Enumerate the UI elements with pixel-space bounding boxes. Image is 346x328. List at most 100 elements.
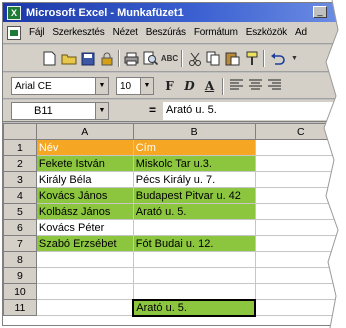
- table-row: 1 Név Cím: [3, 139, 345, 156]
- table-row: 11 Arató u. 5.: [3, 298, 345, 317]
- font-name-select[interactable]: Arial CE ▼: [11, 77, 109, 95]
- row-header[interactable]: 5: [3, 203, 37, 220]
- paste-icon[interactable]: [224, 50, 241, 67]
- row-header[interactable]: 4: [3, 187, 37, 204]
- chevron-down-icon[interactable]: ▼: [95, 78, 108, 94]
- copy-icon[interactable]: [205, 50, 222, 67]
- align-left-icon[interactable]: [228, 78, 245, 95]
- table-row: 4 Kovács János Budapest Pitvar u. 42: [3, 187, 345, 204]
- cell[interactable]: [132, 283, 256, 300]
- name-box-value: B11: [34, 105, 53, 117]
- cell[interactable]: Szabó Erzsébet: [35, 235, 134, 252]
- row-header[interactable]: 10: [3, 283, 37, 300]
- font-size-select[interactable]: 10 ▼: [116, 77, 154, 95]
- cell[interactable]: Fekete István: [35, 155, 134, 172]
- table-row: 2 Fekete István Miskolc Tar u.3.: [3, 155, 345, 172]
- select-all-corner[interactable]: [3, 123, 37, 140]
- torn-edge: [323, 0, 346, 328]
- cell[interactable]: Arató u. 5.: [132, 203, 256, 220]
- workbook-icon[interactable]: [7, 25, 21, 40]
- column-header-a[interactable]: A: [35, 123, 134, 140]
- table-row: 6 Kovács Péter: [3, 219, 345, 236]
- menu-bar: Fájl Szerkesztés Nézet Beszúrás Formátum…: [3, 22, 345, 44]
- cell[interactable]: [132, 251, 256, 268]
- worksheet-table: A B C 1 Név Cím 2 Fekete István Miskolc …: [3, 123, 345, 317]
- cell[interactable]: Kovács Péter: [35, 219, 134, 236]
- spelling-icon[interactable]: ABC: [161, 50, 178, 67]
- table-row: 10: [3, 283, 345, 300]
- row-header[interactable]: 1: [3, 139, 37, 156]
- excel-window: X Microsoft Excel - Munkafüzet1 _ Fájl S…: [2, 2, 346, 326]
- align-center-icon[interactable]: [247, 78, 264, 95]
- menu-tools[interactable]: Eszközök: [242, 27, 291, 38]
- menu-insert[interactable]: Beszúrás: [142, 27, 190, 38]
- row-header[interactable]: 7: [3, 235, 37, 252]
- chevron-down-icon[interactable]: ▼: [286, 50, 303, 67]
- cell[interactable]: Pécs Király u. 7.: [132, 171, 256, 188]
- font-size-value: 10: [120, 80, 132, 92]
- window-title: Microsoft Excel - Munkafüzet1: [26, 6, 184, 19]
- menu-edit[interactable]: Szerkesztés: [48, 27, 108, 38]
- save-icon[interactable]: [79, 50, 96, 67]
- column-header-b[interactable]: B: [132, 123, 256, 140]
- equals-sign: =: [149, 103, 157, 117]
- cell[interactable]: Miskolc Tar u.3.: [132, 155, 256, 172]
- cell[interactable]: Név: [35, 139, 134, 156]
- italic-button[interactable]: D: [181, 78, 198, 95]
- excel-icon[interactable]: X: [7, 5, 21, 20]
- menu-format[interactable]: Formátum: [190, 27, 242, 38]
- cell[interactable]: [35, 299, 134, 316]
- toolbar-separator: [181, 50, 183, 67]
- row-header[interactable]: 8: [3, 251, 37, 268]
- cell[interactable]: Kovács János: [35, 187, 134, 204]
- worksheet-grid[interactable]: A B C 1 Név Cím 2 Fekete István Miskolc …: [3, 123, 345, 325]
- formatting-toolbar: Arial CE ▼ 10 ▼ F D A: [3, 73, 345, 99]
- align-right-icon[interactable]: [266, 78, 283, 95]
- row-header[interactable]: 11: [3, 299, 37, 316]
- table-row: 7 Szabó Erzsébet Fót Budai u. 12.: [3, 235, 345, 252]
- row-header[interactable]: 6: [3, 219, 37, 236]
- cut-icon[interactable]: [186, 50, 203, 67]
- table-row: 9: [3, 267, 345, 284]
- font-name-value: Arial CE: [15, 80, 52, 92]
- chevron-down-icon[interactable]: ▼: [95, 103, 108, 119]
- formula-input[interactable]: Arató u. 5.: [163, 102, 345, 120]
- table-row: 5 Kolbász János Arató u. 5.: [3, 203, 345, 220]
- table-row: 8: [3, 251, 345, 268]
- underline-button[interactable]: A: [201, 78, 218, 95]
- menu-view[interactable]: Nézet: [109, 27, 142, 38]
- menu-data[interactable]: Ad: [291, 27, 311, 38]
- standard-toolbar: ABC ▼: [3, 45, 345, 72]
- permission-icon[interactable]: [98, 50, 115, 67]
- active-cell[interactable]: Arató u. 5.: [132, 298, 257, 317]
- cell[interactable]: [132, 219, 256, 236]
- cell[interactable]: Király Béla: [35, 171, 134, 188]
- menu-file[interactable]: Fájl: [25, 27, 48, 38]
- row-header[interactable]: 2: [3, 155, 37, 172]
- open-icon[interactable]: [60, 50, 77, 67]
- chevron-down-icon[interactable]: ▼: [140, 78, 153, 94]
- cell[interactable]: Cím: [132, 139, 256, 156]
- row-header[interactable]: 3: [3, 171, 37, 188]
- toolbar-separator: [263, 50, 265, 67]
- new-icon[interactable]: [41, 50, 58, 67]
- bold-button[interactable]: F: [161, 78, 178, 95]
- table-row: 3 Király Béla Pécs Király u. 7.: [3, 171, 345, 188]
- formula-bar: B11 ▼ = Arató u. 5.: [3, 100, 345, 122]
- cell[interactable]: Fót Budai u. 12.: [132, 235, 256, 252]
- print-icon[interactable]: [123, 50, 140, 67]
- cell[interactable]: [35, 283, 134, 300]
- print-preview-icon[interactable]: [142, 50, 159, 67]
- name-box[interactable]: B11 ▼: [11, 102, 109, 120]
- undo-icon[interactable]: [269, 50, 286, 67]
- cell[interactable]: [35, 267, 134, 284]
- cell[interactable]: [35, 251, 134, 268]
- cell[interactable]: Budapest Pitvar u. 42: [132, 187, 256, 204]
- toolbar-separator: [118, 50, 120, 67]
- format-painter-icon[interactable]: [243, 50, 260, 67]
- toolbar-separator: [222, 78, 224, 95]
- title-bar: X Microsoft Excel - Munkafüzet1 _: [3, 3, 345, 22]
- cell[interactable]: Kolbász János: [35, 203, 134, 220]
- row-header[interactable]: 9: [3, 267, 37, 284]
- cell[interactable]: [132, 267, 256, 284]
